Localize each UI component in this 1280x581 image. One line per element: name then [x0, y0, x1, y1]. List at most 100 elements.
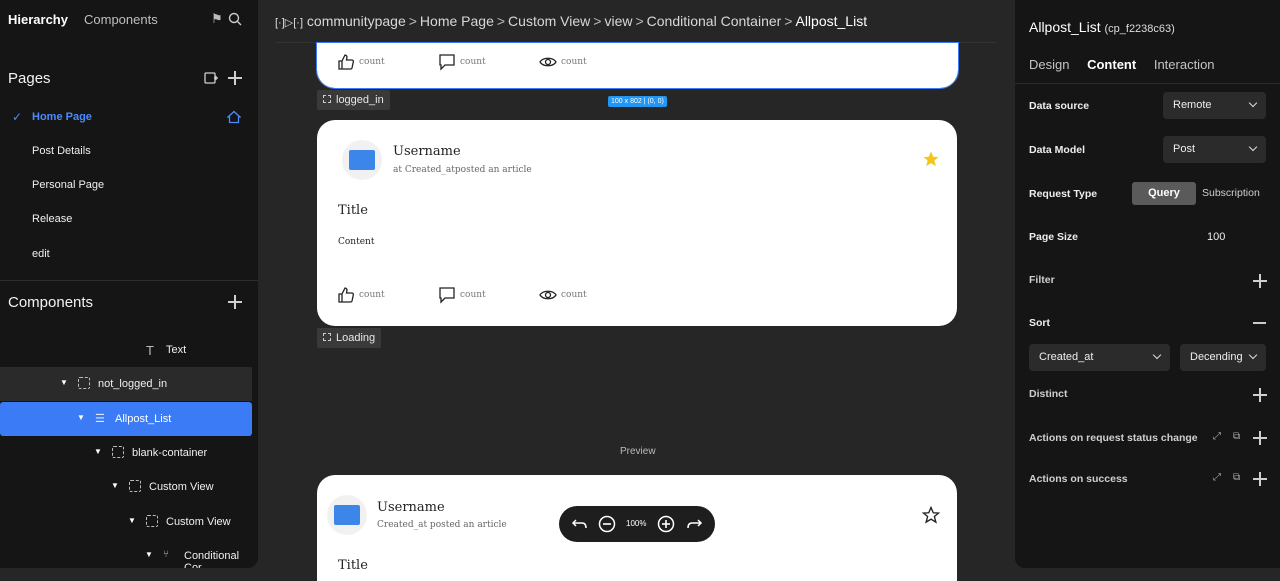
add-folder-icon[interactable] [204, 71, 218, 85]
post-username: Username [393, 144, 461, 159]
post-card[interactable]: Username at Created_atposted an article … [317, 120, 957, 326]
tree-item-custom-view-2[interactable]: ▼ Custom View [0, 505, 252, 539]
github-icon[interactable]: ⚑ [211, 11, 223, 27]
remove-sort-icon[interactable] [1253, 322, 1266, 324]
tree-item-label: Allpost_List [115, 413, 172, 425]
pages-actions [204, 71, 242, 85]
star-outline-icon[interactable] [922, 506, 940, 524]
caret-down-icon[interactable]: ▼ [111, 481, 119, 490]
home-icon[interactable] [227, 110, 241, 124]
redo-icon[interactable] [685, 515, 703, 533]
page-item-release[interactable]: Release [32, 213, 72, 225]
tab-components[interactable]: Components [84, 12, 158, 27]
breadcrumb-item[interactable]: communitypage [307, 13, 406, 29]
tree-item-blank-container[interactable]: ▼ blank-container [0, 436, 252, 470]
caret-down-icon[interactable]: ▼ [128, 516, 136, 525]
post-actions: count count count [337, 286, 640, 304]
avatar [327, 495, 367, 535]
breadcrumb-item[interactable]: view [604, 13, 632, 29]
tree-item-conditional-container[interactable]: ▼ ⑂ Conditional Cor [0, 539, 252, 568]
breadcrumb-item[interactable]: Home Page [420, 13, 494, 29]
container-icon [112, 446, 124, 458]
copy-icon[interactable]: ⧉ [1233, 472, 1240, 483]
caret-down-icon[interactable]: ▼ [77, 413, 85, 422]
pages-title: Pages [8, 70, 51, 87]
data-model-label: Data Model [1029, 144, 1086, 156]
avatar [342, 140, 382, 180]
tree-item-allpost-list[interactable]: ▼ ☰ Allpost_List [0, 402, 252, 436]
view-action[interactable]: count [539, 286, 640, 304]
data-source-value: Remote [1173, 99, 1212, 111]
caret-down-icon[interactable]: ▼ [60, 378, 68, 387]
sort-order-select[interactable]: Decending [1180, 344, 1266, 371]
add-page-icon[interactable] [228, 71, 242, 85]
branch-icon: ⑂ [163, 549, 169, 560]
caret-down-icon[interactable]: ▼ [94, 447, 102, 456]
post-title: Title [338, 203, 368, 218]
actions-success-label: Actions on success [1029, 473, 1128, 485]
tab-content[interactable]: Content [1087, 57, 1136, 72]
request-type-subscription[interactable]: Subscription [1202, 187, 1260, 199]
sort-field-select[interactable]: Created_at [1029, 344, 1170, 371]
comment-action[interactable]: count [438, 286, 539, 304]
view-action[interactable]: count [539, 53, 640, 71]
search-icon[interactable] [228, 12, 242, 26]
code-view-icon[interactable]: [·]▷[·] [275, 17, 303, 29]
page-item-personal-page[interactable]: Personal Page [32, 179, 104, 191]
zoom-in-icon[interactable] [657, 515, 675, 533]
add-distinct-icon[interactable] [1253, 388, 1267, 402]
comment-action[interactable]: count [438, 53, 539, 71]
text-type-icon: T [146, 343, 154, 358]
loading-tag[interactable]: Loading [317, 328, 382, 348]
tab-hierarchy[interactable]: Hierarchy [8, 12, 68, 27]
logged-in-tag[interactable]: logged_in [317, 90, 390, 110]
post-content: Content [338, 237, 375, 247]
view-count: count [561, 57, 587, 67]
add-component-icon[interactable] [228, 295, 242, 309]
tree-item-custom-view[interactable]: ▼ Custom View [0, 470, 252, 504]
tab-interaction[interactable]: Interaction [1154, 57, 1215, 72]
page-item-home[interactable]: Home Page [32, 111, 92, 123]
post-actions: count count count [337, 53, 640, 71]
add-status-action-icon[interactable] [1253, 431, 1267, 445]
image-placeholder-icon [334, 505, 360, 525]
request-type-label: Request Type [1029, 188, 1098, 200]
checkmark-icon: ✓ [12, 110, 23, 124]
comment-icon [439, 54, 455, 71]
breadcrumb-item[interactable]: Custom View [508, 13, 590, 29]
right-panel: Allpost_List (cp_f2238c63) Design Conten… [1015, 0, 1280, 568]
request-type-query[interactable]: Query [1132, 182, 1196, 205]
post-card-partial[interactable]: count count count [316, 42, 959, 89]
page-item-edit[interactable]: edit [32, 248, 50, 260]
zoom-out-icon[interactable] [598, 515, 616, 533]
left-tabs: Hierarchy Components ⚑ [8, 11, 248, 28]
page-size-value[interactable]: 100 [1207, 231, 1225, 243]
undo-icon[interactable] [571, 515, 589, 533]
tab-design[interactable]: Design [1029, 57, 1069, 72]
page-item-post-details[interactable]: Post Details [32, 145, 91, 157]
component-id: (cp_f2238c63) [1104, 23, 1175, 35]
breadcrumb: [·]▷[·] communitypage > Home Page > Custom V… [275, 13, 867, 29]
zoom-control: 100% [559, 506, 715, 542]
like-count: count [359, 290, 385, 300]
components-title: Components [8, 294, 94, 311]
breadcrumb-separator: > [784, 13, 793, 29]
add-filter-icon[interactable] [1253, 274, 1267, 288]
breadcrumb-item[interactable]: Conditional Container [647, 13, 782, 29]
star-filled-icon[interactable] [922, 150, 940, 168]
data-model-select[interactable]: Post [1163, 136, 1266, 163]
like-action[interactable]: count [337, 286, 438, 304]
chevron-down-icon [1248, 98, 1258, 108]
copy-icon[interactable]: ⧉ [1233, 431, 1240, 442]
actions-status-label: Actions on request status change [1029, 432, 1198, 444]
data-source-select[interactable]: Remote [1163, 92, 1266, 119]
component-name: Allpost_List [1029, 19, 1101, 35]
tree-item-not-logged-in[interactable]: ▼ not_logged_in [0, 367, 252, 401]
like-action[interactable]: count [337, 53, 438, 71]
preview-label: Preview [620, 446, 656, 457]
expand-icon[interactable]: ⤢ [1213, 472, 1221, 483]
add-success-action-icon[interactable] [1253, 472, 1267, 486]
expand-icon[interactable]: ⤢ [1213, 431, 1221, 442]
tree-item-text[interactable]: T Text [0, 333, 252, 367]
caret-down-icon[interactable]: ▼ [145, 550, 153, 559]
